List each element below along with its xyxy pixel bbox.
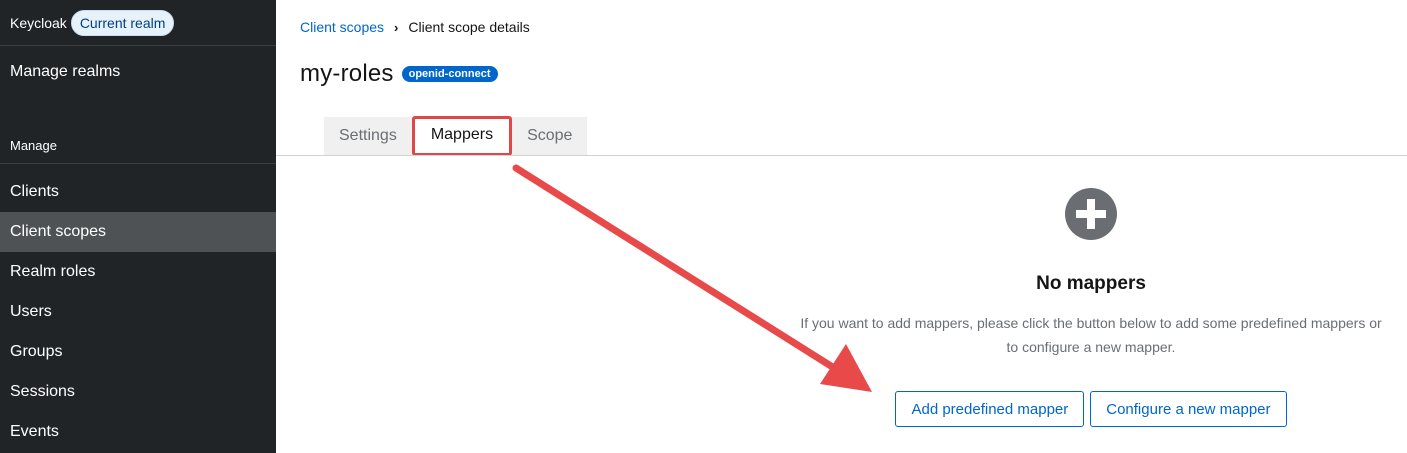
sidebar-item-clients[interactable]: Clients — [0, 172, 276, 212]
tab-mappers[interactable]: Mappers — [411, 116, 513, 156]
breadcrumb-client-scopes-link[interactable]: Client scopes — [300, 19, 384, 35]
tab-settings[interactable]: Settings — [324, 117, 412, 155]
main-content: Client scopes › Client scope details my-… — [276, 0, 1407, 453]
sidebar-item-client-scopes[interactable]: Client scopes — [0, 212, 276, 252]
realm-name: Keycloak — [10, 14, 67, 31]
sidebar-nav: Clients Client scopes Realm roles Users … — [0, 172, 276, 452]
realm-selector[interactable]: Keycloak Current realm — [0, 0, 276, 46]
empty-state: No mappers If you want to add mappers, p… — [776, 188, 1406, 427]
page-header: my-roles openid-connect — [300, 60, 498, 88]
add-predefined-mapper-button[interactable]: Add predefined mapper — [895, 391, 1085, 427]
page-title: my-roles — [300, 60, 394, 87]
sidebar: Keycloak Current realm Manage realms Man… — [0, 0, 276, 453]
sidebar-item-groups[interactable]: Groups — [0, 332, 276, 372]
plus-circle-icon — [1065, 188, 1117, 240]
sidebar-item-realm-roles[interactable]: Realm roles — [0, 252, 276, 292]
sidebar-item-sessions[interactable]: Sessions — [0, 372, 276, 412]
empty-state-actions: Add predefined mapper Configure a new ma… — [776, 391, 1406, 427]
manage-realms-link[interactable]: Manage realms — [0, 52, 276, 92]
empty-state-title: No mappers — [1036, 273, 1146, 294]
sidebar-item-users[interactable]: Users — [0, 292, 276, 332]
configure-new-mapper-button[interactable]: Configure a new mapper — [1090, 391, 1287, 427]
empty-state-body: If you want to add mappers, please click… — [800, 315, 1382, 355]
breadcrumb: Client scopes › Client scope details — [300, 19, 530, 35]
tab-scope[interactable]: Scope — [512, 117, 588, 155]
manage-section-title: Manage — [0, 128, 276, 164]
breadcrumb-current: Client scope details — [408, 19, 530, 35]
tabs: Settings Mappers Scope — [324, 116, 588, 156]
tab-divider — [276, 155, 1407, 156]
protocol-badge: openid-connect — [401, 66, 498, 82]
sidebar-item-events[interactable]: Events — [0, 412, 276, 452]
current-realm-badge: Current realm — [70, 9, 175, 36]
chevron-right-icon: › — [394, 19, 399, 35]
